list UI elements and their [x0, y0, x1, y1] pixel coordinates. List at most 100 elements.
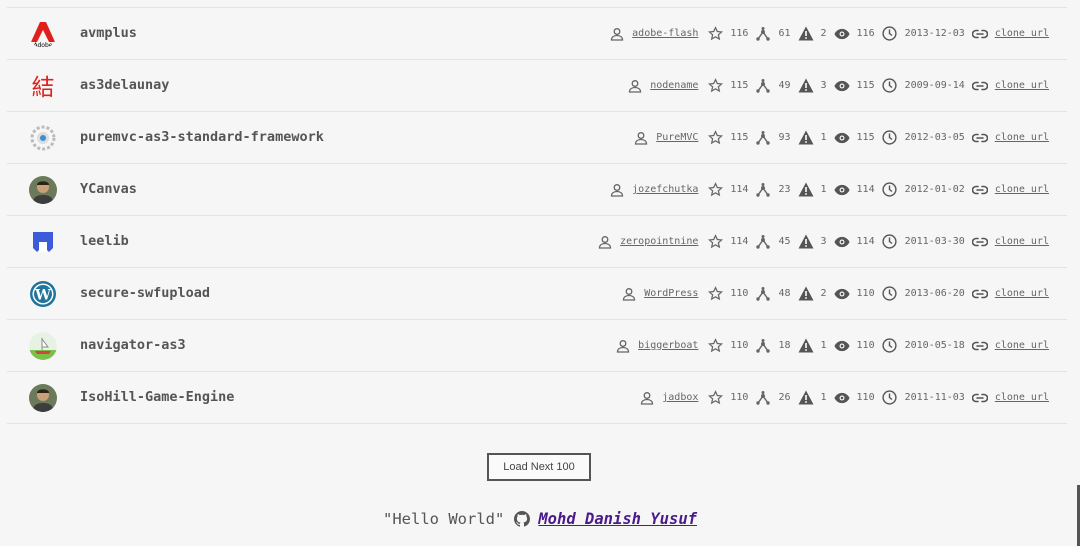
leelib-icon	[29, 228, 57, 256]
repo-list: Adobe avmplus adobe-flash 116 61 2 116 2013-12-…	[7, 7, 1067, 424]
user-photo-icon	[29, 384, 57, 412]
clone-url-link[interactable]: clone url	[995, 288, 1049, 299]
eye-icon	[834, 130, 850, 146]
updated-date: 2011-11-03	[904, 392, 965, 403]
repo-name[interactable]: avmplus	[80, 8, 137, 59]
repo-meta: jadbox 110 26 1 110 2011-11-03 clone url	[639, 372, 1049, 423]
repo-meta: WordPress 110 48 2 110 2013-06-20 clone url	[621, 268, 1049, 319]
puremvc-icon	[29, 124, 57, 152]
fork-count: 18	[778, 340, 791, 351]
eye-icon	[834, 234, 850, 250]
user-icon	[609, 182, 625, 198]
link-icon	[971, 286, 988, 302]
clone-url-link[interactable]: clone url	[995, 340, 1049, 351]
star-icon	[707, 234, 723, 250]
author-link[interactable]: Mohd Danish Yusuf	[538, 510, 697, 528]
eye-icon	[834, 182, 850, 198]
link-icon	[971, 182, 988, 198]
repo-row: Wsecure-swfupload WordPress 110 48 2 110 2013-…	[7, 268, 1067, 320]
fork-count: 26	[778, 392, 791, 403]
star-count: 116	[730, 28, 749, 39]
warning-icon	[798, 130, 814, 146]
github-icon	[514, 511, 531, 527]
clock-icon	[882, 234, 898, 250]
repo-meta: adobe-flash 116 61 2 116 2013-12-03 clone url	[609, 8, 1049, 59]
watcher-count: 114	[856, 236, 875, 247]
fork-icon	[755, 182, 771, 198]
star-count: 110	[730, 392, 749, 403]
fork-count: 48	[778, 288, 791, 299]
repo-meta: biggerboat 110 18 1 110 2010-05-18 clone url	[615, 320, 1049, 371]
clone-url-link[interactable]: clone url	[995, 132, 1049, 143]
owner-link[interactable]: PureMVC	[656, 132, 698, 143]
repo-row: navigator-as3 biggerboat 110 18 1 110 2010-05-…	[7, 320, 1067, 372]
watcher-count: 114	[856, 184, 875, 195]
owner-link[interactable]: zeropointnine	[620, 236, 698, 247]
clone-url-link[interactable]: clone url	[995, 28, 1049, 39]
repo-meta: nodename 115 49 3 115 2009-09-14 clone url	[627, 60, 1049, 111]
repo-name[interactable]: navigator-as3	[80, 320, 186, 371]
issue-count: 1	[820, 132, 827, 143]
repo-row: Adobe avmplus adobe-flash 116 61 2 116 2013-12-…	[7, 8, 1067, 60]
fork-icon	[755, 286, 771, 302]
owner-link[interactable]: nodename	[650, 80, 698, 91]
link-icon	[971, 234, 988, 250]
svg-text:Adobe: Adobe	[34, 42, 53, 48]
warning-icon	[798, 338, 814, 354]
repo-name[interactable]: as3delaunay	[80, 60, 169, 111]
repo-name[interactable]: IsoHill-Game-Engine	[80, 372, 234, 423]
link-icon	[971, 130, 988, 146]
link-icon	[971, 26, 988, 42]
owner-link[interactable]: jozefchutka	[632, 184, 698, 195]
eye-icon	[834, 78, 850, 94]
repo-row: YCanvas jozefchutka 114 23 1 114 2012-01-02 clo…	[7, 164, 1067, 216]
repo-name[interactable]: YCanvas	[80, 164, 137, 215]
clone-url-link[interactable]: clone url	[995, 184, 1049, 195]
repo-name[interactable]: secure-swfupload	[80, 268, 210, 319]
repo-name[interactable]: leelib	[80, 216, 129, 267]
issue-count: 2	[820, 28, 827, 39]
link-icon	[971, 390, 988, 406]
repo-name[interactable]: puremvc-as3-standard-framework	[80, 112, 324, 163]
link-icon	[971, 78, 988, 94]
load-next-button[interactable]: Load Next 100	[487, 453, 591, 481]
star-icon	[707, 338, 723, 354]
owner-link[interactable]: WordPress	[644, 288, 698, 299]
warning-icon	[798, 78, 814, 94]
user-icon	[633, 130, 649, 146]
eye-icon	[834, 26, 850, 42]
fork-icon	[755, 390, 771, 406]
user-icon	[609, 26, 625, 42]
user-icon	[615, 338, 631, 354]
star-icon	[707, 26, 723, 42]
repo-row: puremvc-as3-standard-framework PureMVC 115…	[7, 112, 1067, 164]
star-icon	[707, 286, 723, 302]
clone-url-link[interactable]: clone url	[995, 80, 1049, 91]
repo-row: leelib zeropointnine 114 45 3 114 2011-03-30 cl…	[7, 216, 1067, 268]
owner-link[interactable]: jadbox	[662, 392, 698, 403]
issue-count: 2	[820, 288, 827, 299]
clock-icon	[882, 390, 898, 406]
kanji-icon: 結	[29, 72, 57, 100]
updated-date: 2013-06-20	[904, 288, 965, 299]
fork-count: 23	[778, 184, 791, 195]
user-icon	[639, 390, 655, 406]
fork-icon	[755, 338, 771, 354]
clone-url-link[interactable]: clone url	[995, 236, 1049, 247]
clone-url-link[interactable]: clone url	[995, 392, 1049, 403]
footer: "Hello World" Mohd Danish Yusuf	[0, 510, 1080, 528]
clock-icon	[882, 26, 898, 42]
warning-icon	[798, 390, 814, 406]
repo-meta: PureMVC 115 93 1 115 2012-03-05 clone url	[633, 112, 1049, 163]
clock-icon	[882, 182, 898, 198]
fork-icon	[755, 26, 771, 42]
user-icon	[621, 286, 637, 302]
owner-link[interactable]: biggerboat	[638, 340, 698, 351]
eye-icon	[834, 338, 850, 354]
warning-icon	[798, 286, 814, 302]
star-count: 110	[730, 288, 749, 299]
owner-link[interactable]: adobe-flash	[632, 28, 698, 39]
user-photo-icon	[29, 176, 57, 204]
star-count: 114	[730, 236, 749, 247]
footer-quote: "Hello World"	[383, 510, 505, 528]
